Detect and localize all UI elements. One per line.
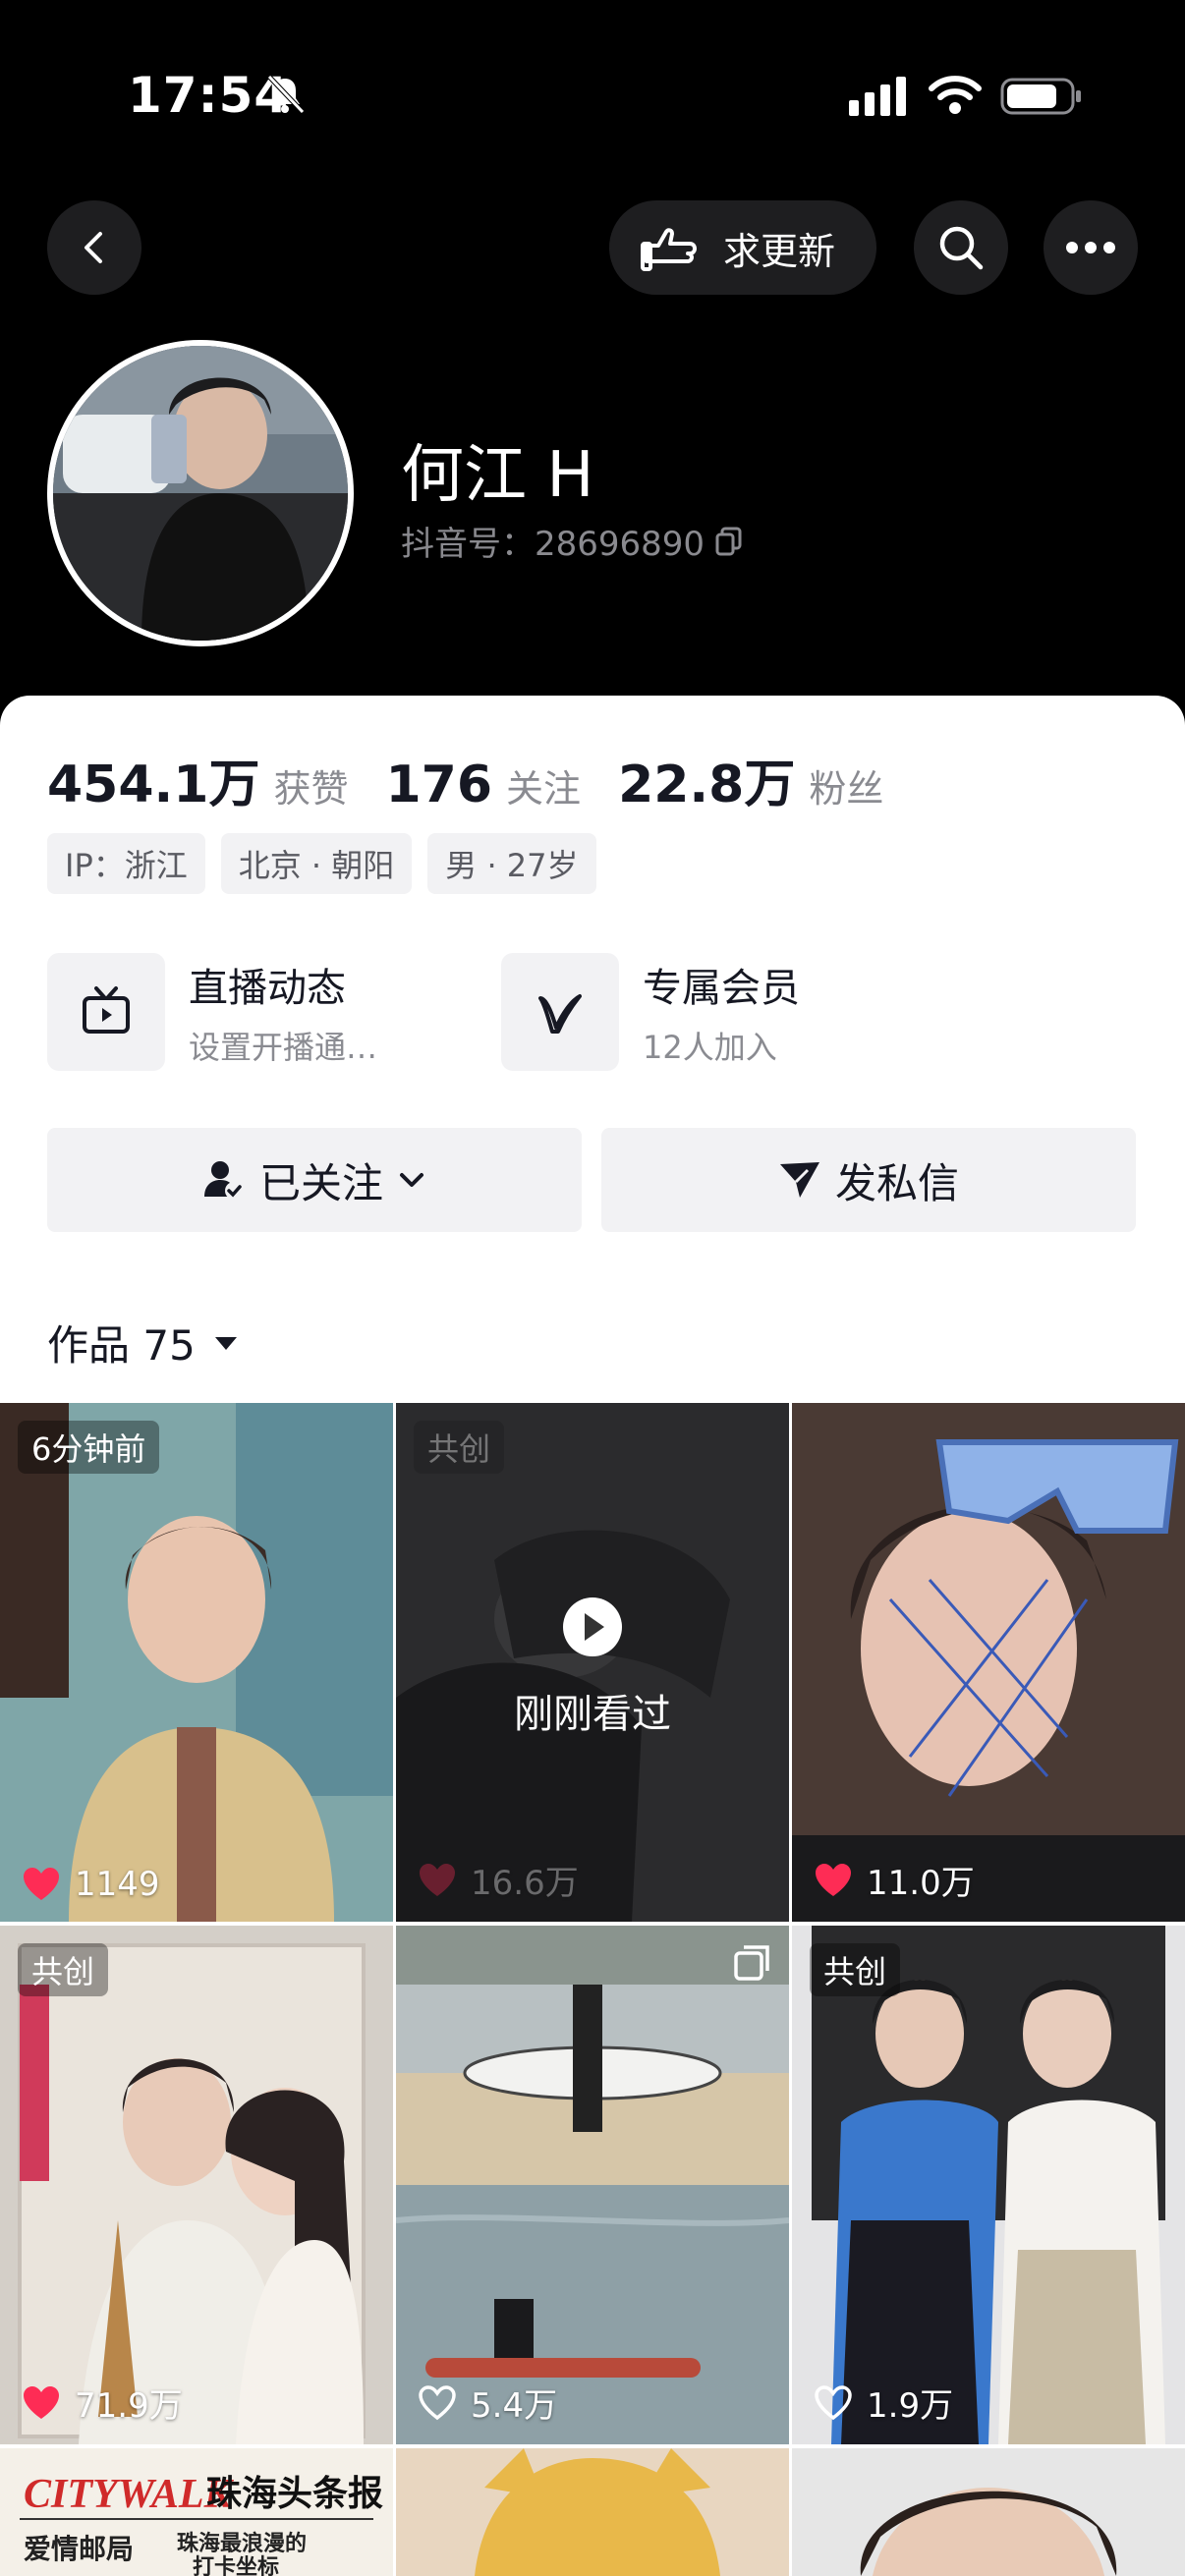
video-thumbnail [792, 1926, 1185, 2444]
like-count-text: 5.4万 [471, 2386, 558, 2426]
video-thumbnail [792, 1403, 1185, 1922]
douyin-id-text: 抖音号：28696890 [401, 525, 705, 564]
chevron-left-icon [85, 232, 102, 263]
search-button[interactable] [914, 200, 1008, 295]
back-button[interactable] [47, 200, 141, 295]
profile-stats: 454.1万 获赞 176 关注 22.8万 粉丝 [47, 743, 921, 816]
battery-icon [1000, 78, 1081, 115]
newspaper-sub1: 爱情邮局 [24, 2533, 134, 2565]
more-dots-icon [1066, 242, 1115, 253]
heart-filled-icon [24, 1868, 59, 1900]
search-icon [939, 226, 984, 270]
more-button[interactable] [1044, 200, 1138, 295]
status-bar: 17:54 [0, 0, 1185, 196]
video-thumbnail [396, 1926, 789, 2444]
followers-count[interactable]: 22.8万 [618, 743, 795, 816]
video-tile[interactable]: 共创 刚刚看过 16.6万 [396, 1403, 789, 1922]
membership-subtitle: 12人加入 [643, 1029, 777, 1066]
newspaper-brand: CITYWALK [24, 2472, 235, 2517]
vip-v-icon [538, 994, 582, 1034]
gender-age-tag: 男 · 27岁 [427, 833, 596, 894]
video-tile[interactable]: 共创 71.9万 [0, 1926, 393, 2444]
cellular-signal-icon [849, 77, 906, 116]
like-count: 1149 [22, 1865, 160, 1904]
like-count: 1.9万 [814, 2379, 953, 2427]
membership-card[interactable]: 专属会员 12人加入 [501, 953, 800, 1071]
video-tile[interactable]: CITYWALK 珠海头条报 爱情邮局 珠海最浪漫的 打卡坐标 [0, 2448, 393, 2576]
message-button-label: 发私信 [834, 1158, 959, 1207]
following-count[interactable]: 176 [386, 756, 493, 814]
send-icon [779, 1162, 819, 1198]
like-count: 16.6万 [418, 1856, 579, 1904]
username: 何江 H [401, 439, 594, 512]
like-count-text: 71.9万 [75, 2386, 183, 2426]
following-button[interactable]: 已关注 [47, 1128, 582, 1232]
video-tile[interactable] [396, 2448, 789, 2576]
profile-tags: IP：浙江 北京 · 朝阳 男 · 27岁 [47, 833, 596, 894]
works-tab[interactable]: 作品 75 [47, 1313, 241, 1372]
video-thumbnail: CITYWALK 珠海头条报 爱情邮局 珠海最浪漫的 打卡坐标 [0, 2448, 393, 2576]
video-thumbnail [0, 1403, 393, 1922]
avatar[interactable] [47, 340, 354, 646]
following-label: 关注 [506, 767, 582, 811]
works-label: 作品 75 [47, 1321, 196, 1370]
video-tile[interactable]: 11.0万 [792, 1403, 1185, 1922]
followers-label: 粉丝 [809, 767, 884, 811]
wifi-icon [929, 76, 982, 114]
request-update-button[interactable]: 求更新 [609, 200, 876, 295]
video-tile[interactable]: 共创 1.9万 [792, 1926, 1185, 2444]
video-thumbnail [396, 2448, 789, 2576]
live-updates-card[interactable]: 直播动态 设置开播通… [47, 953, 377, 1071]
like-count: 71.9万 [22, 2379, 183, 2427]
avatar-photo [53, 346, 348, 641]
following-button-label: 已关注 [258, 1158, 383, 1207]
heart-filled-icon [24, 2385, 59, 2419]
like-count-text: 1149 [75, 1865, 160, 1904]
multi-image-icon [734, 1945, 769, 1981]
like-count: 5.4万 [418, 2379, 557, 2427]
like-count-text: 1.9万 [867, 2386, 954, 2426]
co-create-badge: 共创 [18, 1943, 109, 1996]
copy-icon[interactable] [714, 527, 744, 556]
heart-filled-icon [816, 1863, 851, 1896]
request-update-label: 求更新 [723, 229, 836, 273]
ip-tag: IP：浙江 [47, 833, 205, 894]
video-thumbnail [0, 1926, 393, 2444]
newspaper-headline: 珠海头条报 [206, 2473, 383, 2514]
time-badge: 6分钟前 [18, 1421, 160, 1474]
co-create-badge: 共创 [414, 1421, 505, 1474]
tv-icon [83, 986, 130, 1034]
live-updates-subtitle: 设置开播通… [189, 1029, 378, 1066]
co-create-badge: 共创 [810, 1943, 901, 1996]
like-count-text: 16.6万 [471, 1864, 579, 1903]
caret-down-icon [214, 1336, 237, 1350]
heart-filled-icon [420, 1863, 455, 1896]
user-check-icon [203, 1161, 243, 1200]
likes-count[interactable]: 454.1万 [47, 743, 259, 816]
location-tag[interactable]: 北京 · 朝阳 [220, 833, 413, 894]
like-count: 11.0万 [814, 1856, 975, 1904]
chevron-down-icon [400, 1173, 423, 1187]
bell-muted-icon [267, 75, 305, 114]
video-tile[interactable]: 5.4万 [396, 1926, 789, 2444]
heart-outline-icon [815, 2384, 852, 2420]
message-button[interactable]: 发私信 [601, 1128, 1136, 1232]
newspaper-sub2: 珠海最浪漫的 [177, 2531, 307, 2556]
video-tile[interactable]: 6分钟前 1149 [0, 1403, 393, 1922]
douyin-id: 抖音号：28696890 [401, 517, 744, 565]
vip-icon-box [501, 953, 619, 1071]
video-thumbnail [792, 2448, 1185, 2576]
membership-title: 专属会员 [643, 966, 800, 1011]
live-updates-title: 直播动态 [189, 966, 346, 1011]
profile-sheet: 454.1万 获赞 176 关注 22.8万 粉丝 IP：浙江 北京 · 朝阳 … [0, 696, 1185, 2576]
newspaper-sub3: 打卡坐标 [193, 2554, 279, 2576]
pointing-hand-icon [641, 228, 697, 271]
video-thumbnail [396, 1403, 789, 1922]
video-tile[interactable] [792, 2448, 1185, 2576]
tv-icon-box [47, 953, 165, 1071]
heart-outline-icon [419, 2384, 456, 2420]
likes-label: 获赞 [273, 767, 349, 811]
recently-watched-label: 刚刚看过 [514, 1692, 671, 1737]
like-count-text: 11.0万 [867, 1864, 975, 1903]
